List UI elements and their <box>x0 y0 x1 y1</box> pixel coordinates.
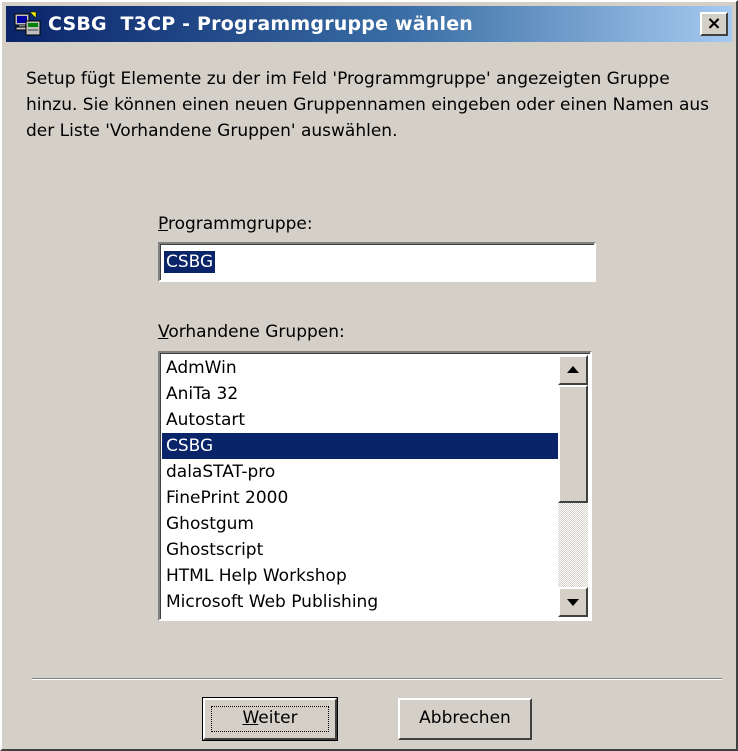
scroll-down-button[interactable] <box>558 587 588 617</box>
existing-groups-label: Vorhandene Gruppen: <box>158 322 345 342</box>
program-group-label-rest: rogrammgruppe: <box>167 214 313 234</box>
existing-groups-listbox[interactable]: AdmWin AniTa 32 Autostart CSBG dalaSTAT-… <box>158 351 592 621</box>
scroll-up-button[interactable] <box>558 355 588 385</box>
next-button[interactable]: Weiter <box>202 697 338 741</box>
list-item[interactable]: AniTa 32 <box>162 381 560 407</box>
arrow-down-icon <box>567 599 579 606</box>
program-group-value: CSBG <box>164 251 216 273</box>
list-item-selected[interactable]: CSBG <box>162 433 560 459</box>
list-item[interactable]: HTML Help Workshop <box>162 563 560 589</box>
list-item[interactable]: FinePrint 2000 <box>162 485 560 511</box>
listbox-scrollbar[interactable] <box>558 355 588 617</box>
existing-groups-label-rest: orhandene Gruppen: <box>168 322 345 342</box>
arrow-up-icon <box>567 366 579 373</box>
intro-text: Setup fügt Elemente zu der im Feld 'Prog… <box>26 69 710 141</box>
close-button[interactable]: × <box>700 12 728 36</box>
cancel-button[interactable]: Abbrechen <box>398 698 532 740</box>
cancel-button-label: Abbrechen <box>419 708 511 728</box>
list-item[interactable]: Microsoft Web Publishing <box>162 589 560 615</box>
list-item[interactable]: Ghostgum <box>162 511 560 537</box>
existing-groups-list: AdmWin AniTa 32 Autostart CSBG dalaSTAT-… <box>162 355 560 615</box>
dialog-window: CSBG T3CP - Programmgruppe wählen × Setu… <box>0 0 738 751</box>
window-title: CSBG T3CP - Programmgruppe wählen <box>48 13 474 35</box>
close-icon: × <box>706 13 722 34</box>
program-group-input[interactable]: CSBG <box>158 242 596 282</box>
scrollbar-thumb[interactable] <box>558 385 588 503</box>
existing-groups-label-mnemonic: V <box>158 322 169 342</box>
focus-rectangle <box>211 706 329 732</box>
list-item[interactable]: dalaSTAT-pro <box>162 459 560 485</box>
program-group-label: Programmgruppe: <box>158 214 313 234</box>
setup-computer-icon <box>14 11 42 37</box>
separator-line <box>32 678 722 680</box>
list-item[interactable]: Ghostscript <box>162 537 560 563</box>
program-group-label-mnemonic: P <box>158 214 168 234</box>
list-item[interactable]: Autostart <box>162 407 560 433</box>
title-bar[interactable]: CSBG T3CP - Programmgruppe wählen × <box>6 6 732 42</box>
list-item[interactable]: AdmWin <box>162 355 560 381</box>
